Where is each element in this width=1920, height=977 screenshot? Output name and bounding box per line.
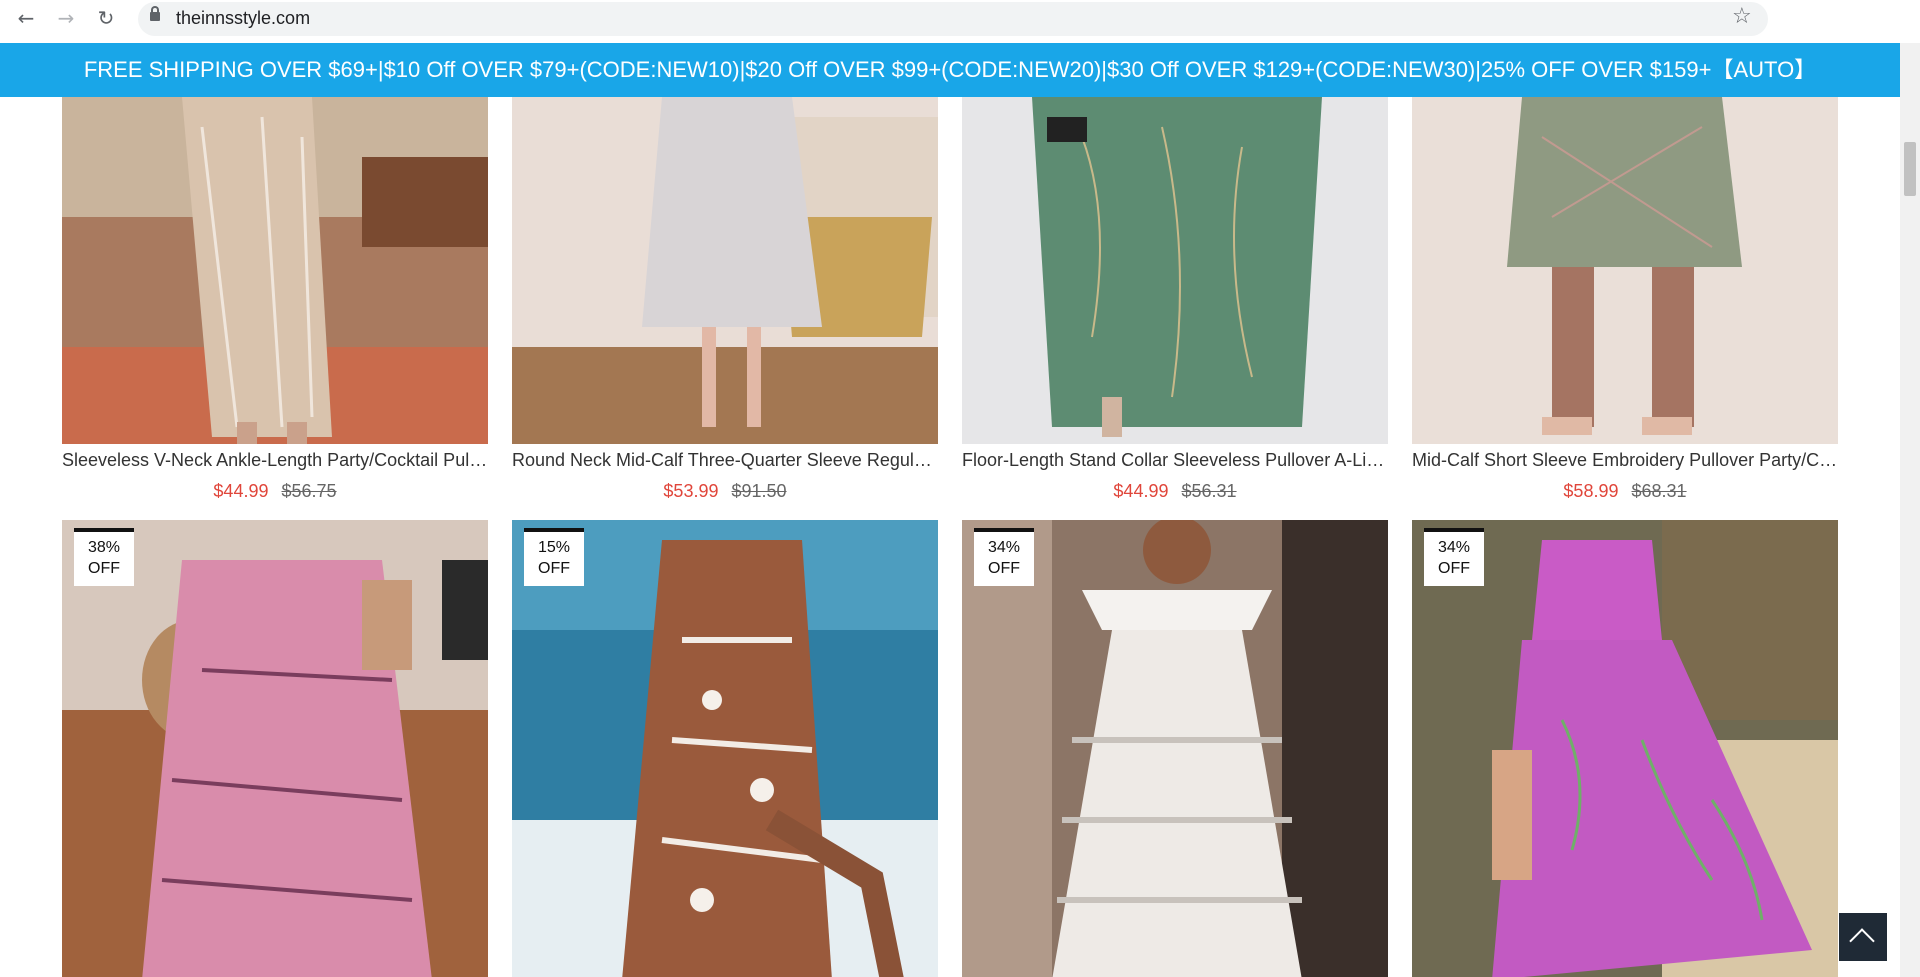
product-image[interactable] — [512, 97, 938, 444]
back-arrow-icon[interactable]: ← — [12, 5, 40, 33]
promo-banner[interactable]: FREE SHIPPING OVER $69+|$10 Off OVER $79… — [0, 43, 1900, 97]
price-row: $44.99 $56.31 — [962, 481, 1388, 502]
original-price: $68.31 — [1631, 481, 1687, 501]
discount-badge: 34% OFF — [1424, 528, 1484, 586]
url-text[interactable]: theinnsstyle.com — [176, 8, 310, 29]
sale-price: $44.99 — [1113, 481, 1169, 501]
product-title[interactable]: Floor-Length Stand Collar Sleeveless Pul… — [962, 450, 1388, 471]
sale-price: $44.99 — [213, 481, 269, 501]
sale-price: $58.99 — [1563, 481, 1619, 501]
address-bar[interactable] — [138, 2, 1768, 36]
price-row: $53.99 $91.50 — [512, 481, 938, 502]
product-title[interactable]: Mid-Calf Short Sleeve Embroidery Pullove… — [1412, 450, 1838, 471]
original-price: $56.31 — [1181, 481, 1237, 501]
product-image[interactable]: 15% OFF — [512, 520, 938, 977]
price-row: $44.99 $56.75 — [62, 481, 488, 502]
discount-percent: 34% — [987, 539, 1021, 556]
discount-badge: 38% OFF — [74, 528, 134, 586]
browser-toolbar: ← → ↻ theinnsstyle.com ☆ — [0, 0, 1920, 36]
back-to-top-button[interactable] — [1839, 913, 1887, 961]
price-row: $58.99 $68.31 — [1412, 481, 1838, 502]
scrollbar-thumb[interactable] — [1904, 142, 1916, 196]
product-image[interactable]: 34% OFF — [962, 520, 1388, 977]
product-image[interactable] — [1412, 97, 1838, 444]
product-title[interactable]: Round Neck Mid-Calf Three-Quarter Sleeve… — [512, 450, 938, 471]
original-price: $56.75 — [281, 481, 337, 501]
reload-icon[interactable]: ↻ — [92, 5, 120, 33]
discount-badge: 15% OFF — [524, 528, 584, 586]
bookmark-star-icon[interactable]: ☆ — [1732, 4, 1752, 29]
original-price: $91.50 — [731, 481, 787, 501]
forward-arrow-icon[interactable]: → — [52, 5, 80, 33]
product-image[interactable] — [962, 97, 1388, 444]
discount-badge: 34% OFF — [974, 528, 1034, 586]
discount-percent: 38% — [87, 539, 121, 556]
discount-off: OFF — [1438, 560, 1470, 577]
discount-percent: 34% — [1437, 539, 1471, 556]
discount-off: OFF — [538, 560, 570, 577]
product-image[interactable] — [62, 97, 488, 444]
discount-percent: 15% — [537, 539, 571, 556]
product-image[interactable]: 38% OFF — [62, 520, 488, 977]
discount-off: OFF — [988, 560, 1020, 577]
product-grid: Sleeveless V-Neck Ankle-Length Party/Coc… — [0, 97, 1900, 977]
product-image[interactable]: 34% OFF — [1412, 520, 1838, 977]
product-title[interactable]: Sleeveless V-Neck Ankle-Length Party/Coc… — [62, 450, 488, 471]
sale-price: $53.99 — [663, 481, 719, 501]
lock-icon[interactable] — [150, 6, 160, 21]
discount-off: OFF — [88, 560, 120, 577]
